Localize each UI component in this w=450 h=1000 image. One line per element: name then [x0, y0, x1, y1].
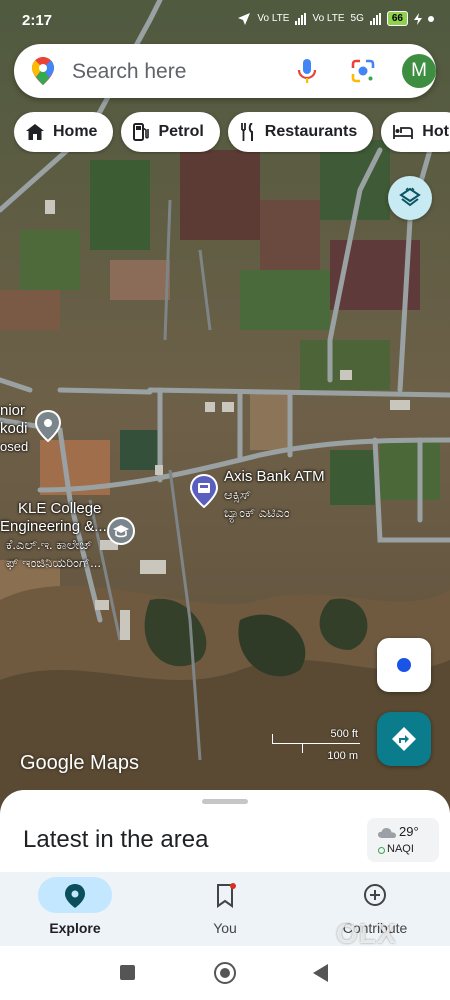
status-icons: Vo LTE Vo LTE 5G 66	[237, 11, 434, 26]
nav-explore[interactable]: Explore	[0, 872, 150, 946]
map-scale: 500 ft 100 m	[272, 728, 362, 762]
status-time: 2:17	[22, 12, 53, 29]
search-bar[interactable]: Search here M	[14, 44, 436, 98]
place-label-partial[interactable]: nior kodi osed	[0, 402, 28, 456]
nav-you[interactable]: You	[150, 872, 300, 946]
chip-petrol[interactable]: Petrol	[121, 112, 220, 152]
place-pin-icon[interactable]	[34, 410, 62, 442]
bookmark-icon	[217, 883, 236, 908]
status-dot-icon	[428, 15, 434, 22]
nav-label: Explore	[49, 920, 101, 936]
recents-button[interactable]	[120, 965, 135, 980]
place-label-kle-college[interactable]: KLE College Engineering &... ಕೆ.ಎಲ್.ಇ. ಕ…	[0, 500, 107, 572]
layers-icon	[399, 187, 421, 207]
place-name-kannada-2: ಬ್ಯಾಂಕ್ ಎಟಿಎಂ	[224, 505, 290, 520]
place-name: KLE College	[18, 500, 102, 517]
location-arrow-icon	[238, 12, 251, 25]
signal-1-icon	[295, 12, 307, 25]
nav-label: You	[213, 920, 237, 936]
directions-icon	[392, 727, 416, 751]
place-name-kannada: ಆಕ್ಸಿಸ್	[224, 487, 252, 502]
hotel-icon	[393, 125, 414, 139]
search-input[interactable]: Search here	[72, 60, 186, 84]
scale-bar	[272, 743, 360, 744]
chip-label: Hot	[422, 123, 449, 140]
battery-indicator: 66	[386, 11, 408, 26]
weather-chip[interactable]: 29° NAQI	[367, 818, 439, 862]
place-sub: kodi	[0, 420, 28, 437]
place-name-kannada: ಕೆ.ಎಲ್.ಇ. ಕಾಲೇಜ್	[6, 537, 93, 552]
directions-button[interactable]	[377, 712, 431, 766]
place-sub: Engineering &...	[0, 518, 107, 535]
fuel-icon	[133, 123, 150, 141]
cloud-icon	[378, 828, 396, 838]
place-name: Axis Bank ATM	[224, 468, 325, 485]
scale-imperial: 500 ft	[330, 728, 358, 740]
chip-label: Restaurants	[264, 123, 358, 140]
place-status: osed	[0, 439, 29, 454]
system-navigation-bar	[0, 946, 450, 1000]
place-name-kannada-2: ಫ್ ಇಂಜಿನಿಯರಿಂಗ್...	[6, 555, 101, 570]
sheet-drag-handle[interactable]	[202, 799, 248, 804]
scale-metric: 100 m	[327, 750, 358, 762]
watermark-logo: OLX	[336, 918, 397, 949]
my-location-button[interactable]	[377, 638, 431, 692]
signal-2-icon	[369, 12, 381, 25]
bottom-sheet[interactable]: Latest in the area 29° NAQI	[0, 790, 450, 880]
network-label-1: Vo LTE	[257, 13, 290, 24]
chip-home[interactable]: Home	[14, 112, 114, 152]
location-dot-icon	[397, 658, 411, 672]
chip-hotels[interactable]: Hot	[381, 112, 450, 152]
microphone-icon[interactable]	[296, 58, 318, 84]
category-chips: Home Petrol Restaurants Hot	[14, 112, 450, 154]
add-circle-icon	[364, 884, 386, 906]
bank-pin-icon[interactable]	[189, 474, 219, 508]
charging-icon	[414, 12, 422, 25]
network-label-2: Vo LTE	[312, 13, 345, 24]
home-icon	[26, 124, 44, 140]
back-button[interactable]	[313, 964, 328, 982]
aqi-label: NAQI	[387, 843, 414, 855]
sheet-heading: Latest in the area	[23, 826, 209, 853]
aqi-status-icon	[378, 847, 385, 854]
place-label-axis-bank[interactable]: Axis Bank ATM ಆಕ್ಸಿಸ್ ಬ್ಯಾಂಕ್ ಎಟಿಎಂ	[224, 468, 325, 522]
place-name: nior	[0, 402, 26, 419]
school-pin-icon[interactable]	[106, 516, 136, 546]
google-maps-logo: Google Maps	[20, 752, 139, 774]
status-bar: 2:17 Vo LTE Vo LTE 5G 66	[0, 0, 450, 38]
weather-temperature: 29°	[399, 824, 419, 839]
scale-tick	[302, 743, 303, 753]
explore-pin-icon	[65, 884, 85, 908]
chip-restaurants[interactable]: Restaurants	[227, 112, 374, 152]
google-maps-pin-icon	[32, 57, 54, 85]
account-avatar[interactable]: M	[402, 54, 436, 88]
google-lens-icon[interactable]	[350, 58, 376, 84]
network-label-3: 5G	[350, 13, 364, 24]
map-layers-button[interactable]	[388, 176, 432, 220]
chip-label: Petrol	[158, 123, 204, 140]
home-button[interactable]	[214, 962, 236, 984]
restaurant-icon	[240, 123, 253, 141]
chip-label: Home	[53, 123, 98, 140]
